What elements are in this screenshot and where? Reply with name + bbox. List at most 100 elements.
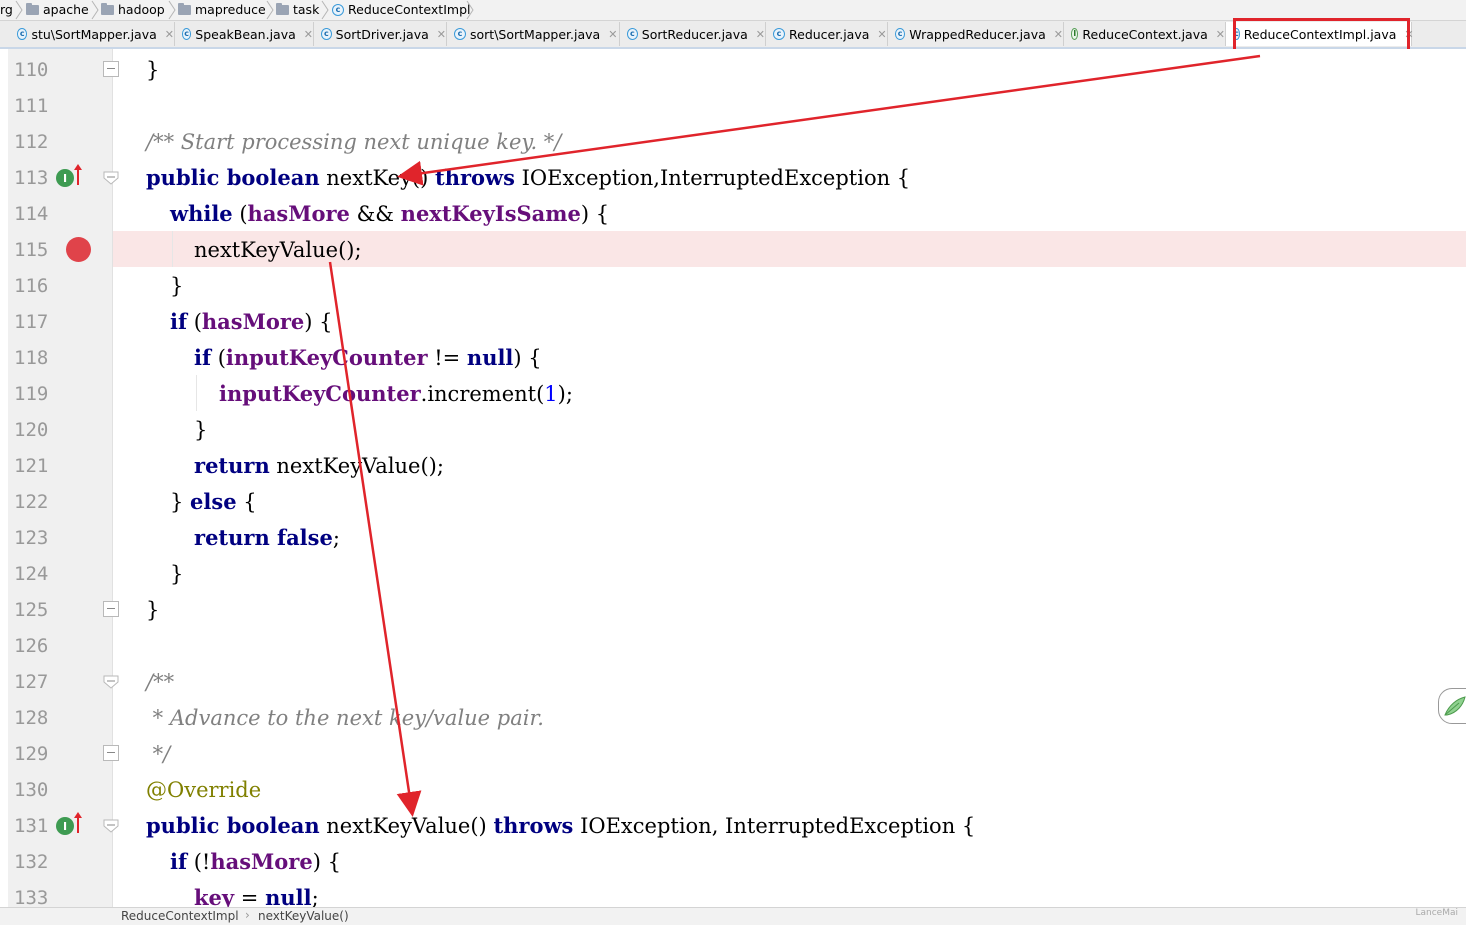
class-icon: c — [895, 28, 906, 40]
class-icon: c — [182, 28, 192, 40]
overrides-arrow-icon — [74, 812, 82, 833]
close-icon[interactable]: ✕ — [304, 28, 313, 41]
folder-icon — [178, 2, 191, 15]
watermark: LanceMai — [1415, 908, 1459, 918]
tab-sortreducer[interactable]: c SortReducer.java ✕ — [620, 22, 766, 46]
breadcrumb-item-rg[interactable]: rg — [0, 2, 13, 17]
line-number: 117 — [14, 311, 49, 333]
line-number: 124 — [14, 563, 49, 585]
breadcrumb-separator-icon — [91, 0, 99, 20]
line-number: 116 — [14, 275, 49, 297]
breadcrumb-item-reducecontextimpl[interactable]: c ReduceContextImpl — [332, 2, 470, 17]
code-line-128: * Advance to the next key/value pair. — [146, 706, 544, 730]
code-line-131: public boolean nextKeyValue() throws IOE… — [146, 813, 976, 838]
class-icon: c — [773, 28, 785, 40]
line-number: 130 — [14, 779, 49, 801]
fold-toggle-icon[interactable] — [103, 61, 119, 77]
line-number: 128 — [14, 707, 49, 729]
tab-wrappedreducer[interactable]: c WrappedReducer.java ✕ — [888, 22, 1064, 46]
line-number: 123 — [14, 527, 49, 549]
class-icon: c — [454, 28, 466, 40]
breadcrumb-item-hadoop[interactable]: hadoop — [101, 2, 165, 17]
line-number: 114 — [14, 203, 49, 225]
close-icon[interactable]: ✕ — [1216, 28, 1225, 41]
code-line-117: if (hasMore) { — [170, 309, 333, 334]
edit-widget-icon[interactable] — [1438, 688, 1466, 724]
close-icon[interactable]: ✕ — [437, 28, 446, 41]
line-number: 113 — [14, 167, 49, 189]
status-bar: ReduceContextImpl › nextKeyValue() — [0, 907, 1466, 925]
breadcrumb-separator-icon — [15, 0, 23, 20]
line-number: 126 — [14, 635, 49, 657]
line-number: 115 — [14, 239, 49, 261]
line-number: 122 — [14, 491, 49, 513]
tab-stu-sortmapper[interactable]: c stu\SortMapper.java ✕ — [10, 22, 175, 46]
breadcrumb-item-mapreduce[interactable]: mapreduce — [178, 2, 266, 17]
status-path-method[interactable]: nextKeyValue() — [258, 909, 349, 923]
interface-icon: I — [1071, 28, 1079, 40]
tab-sortdriver[interactable]: c SortDriver.java ✕ — [314, 22, 447, 46]
line-number: 120 — [14, 419, 49, 441]
class-icon: c — [321, 28, 332, 40]
code-line-115: nextKeyValue(); — [194, 238, 362, 262]
code-line-113: public boolean nextKey() throws IOExcept… — [146, 165, 911, 190]
line-number: 125 — [14, 599, 49, 621]
code-line-130: @Override — [146, 778, 262, 802]
code-line-114: while (hasMore && nextKeyIsSame) { — [170, 201, 610, 226]
indent-guide — [196, 375, 197, 411]
folder-icon — [101, 2, 114, 15]
code-line-129: */ — [146, 742, 171, 766]
class-icon: c — [17, 28, 28, 40]
close-icon[interactable]: ✕ — [877, 28, 886, 41]
line-number: 129 — [14, 743, 49, 765]
implements-icon[interactable]: I — [56, 817, 74, 835]
line-number: 121 — [14, 455, 49, 477]
fold-toggle-icon[interactable] — [103, 601, 119, 617]
tab-reducer[interactable]: c Reducer.java ✕ — [766, 22, 888, 46]
tab-speakbean[interactable]: c SpeakBean.java ✕ — [175, 22, 314, 46]
line-number: 127 — [14, 671, 49, 693]
code-line-121: return nextKeyValue(); — [194, 453, 444, 478]
class-icon: c — [627, 28, 638, 40]
code-line-119: inputKeyCounter.increment(1); — [219, 381, 573, 406]
breadcrumb-item-task[interactable]: task — [276, 2, 319, 17]
code-line-123: return false; — [194, 525, 340, 550]
implements-icon[interactable]: I — [56, 169, 74, 187]
fold-toggle-icon[interactable] — [103, 171, 119, 185]
fold-toggle-icon[interactable] — [103, 675, 119, 689]
code-line-122: } else { — [170, 489, 257, 514]
folder-icon — [26, 2, 39, 15]
breadcrumb-item-apache[interactable]: apache — [26, 2, 89, 17]
close-icon[interactable]: ✕ — [608, 28, 617, 41]
line-number: 132 — [14, 851, 49, 873]
class-icon: c — [332, 3, 344, 16]
tab-reducecontext[interactable]: I ReduceContext.java ✕ — [1064, 22, 1226, 46]
breakpoint-icon[interactable] — [66, 237, 91, 262]
folder-icon — [276, 2, 289, 15]
breadcrumb-separator-icon — [466, 0, 474, 20]
close-icon[interactable]: ✕ — [165, 28, 174, 41]
code-line-118: if (inputKeyCounter != null) { — [194, 345, 542, 370]
tab-sort-sortmapper[interactable]: c sort\SortMapper.java ✕ — [447, 22, 620, 46]
status-path-separator-icon: › — [245, 908, 250, 922]
breadcrumb-separator-icon — [168, 0, 176, 20]
code-line-132: if (!hasMore) { — [170, 849, 341, 874]
status-path-class[interactable]: ReduceContextImpl — [121, 909, 239, 923]
overrides-arrow-icon — [74, 164, 82, 185]
code-line-127: /** — [146, 670, 175, 694]
close-icon[interactable]: ✕ — [756, 28, 765, 41]
breadcrumb-separator-icon — [266, 0, 274, 20]
fold-toggle-icon[interactable] — [103, 745, 119, 761]
line-number: 131 — [14, 815, 49, 837]
code-line-110: } — [146, 58, 160, 82]
code-line-120: } — [194, 418, 208, 442]
line-number: 118 — [14, 347, 49, 369]
line-number: 112 — [14, 131, 49, 153]
leaf-icon — [1444, 696, 1466, 716]
line-number: 119 — [14, 383, 49, 405]
breadcrumb-separator-icon — [321, 0, 329, 20]
close-icon[interactable]: ✕ — [1054, 28, 1063, 41]
code-line-116: } — [170, 274, 184, 298]
fold-toggle-icon[interactable] — [103, 819, 119, 833]
line-number: 110 — [14, 59, 49, 81]
